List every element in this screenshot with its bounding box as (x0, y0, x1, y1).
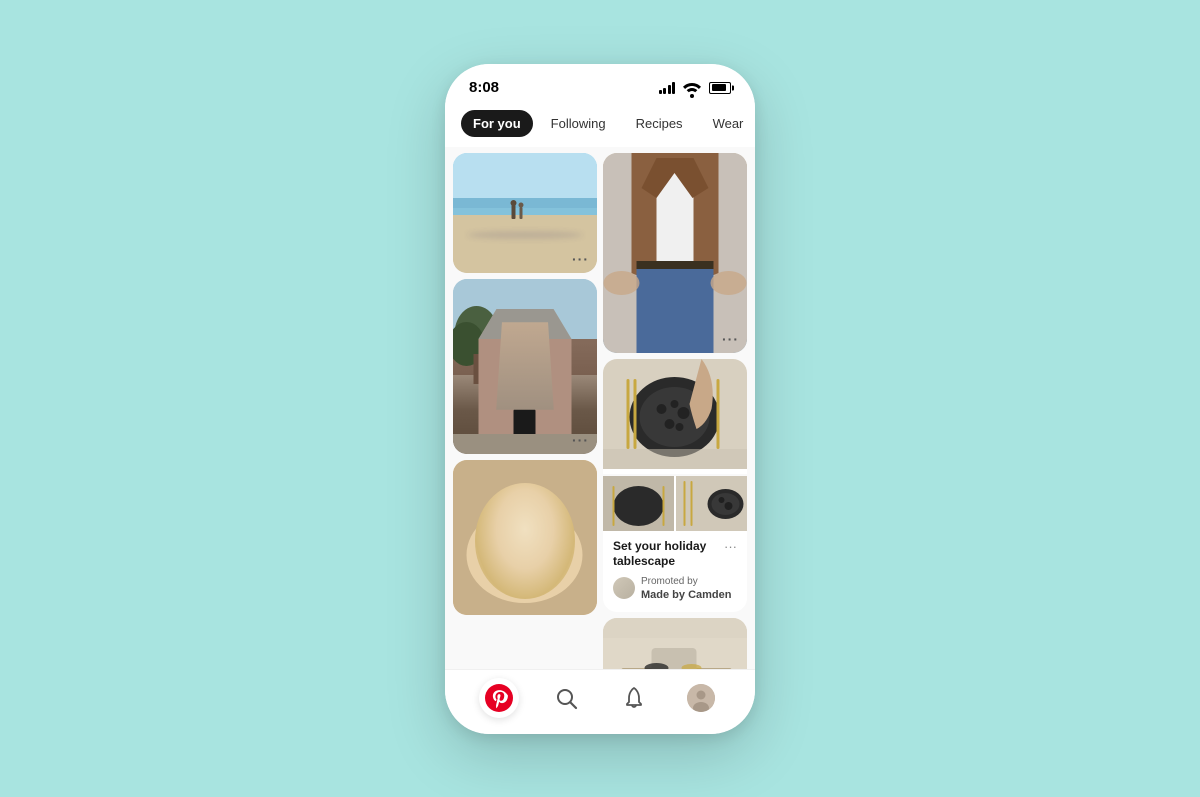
tab-following[interactable]: Following (539, 110, 618, 137)
masonry-grid: ··· (445, 147, 755, 669)
pin-room[interactable] (603, 618, 747, 669)
nav-home-btn[interactable] (479, 678, 519, 718)
tablescape-img-3 (676, 476, 747, 531)
pin-pie[interactable] (453, 460, 597, 615)
tab-for-you[interactable]: For you (461, 110, 533, 137)
promoted-avatar (613, 577, 635, 599)
tablescape-title: Set your holiday tablescape (613, 539, 718, 570)
search-icon (554, 686, 578, 710)
status-time: 8:08 (469, 79, 499, 96)
tablescape-main-image (603, 359, 747, 474)
tab-wear[interactable]: Wear (701, 110, 755, 137)
left-column: ··· (453, 153, 597, 669)
pinterest-icon (485, 684, 513, 712)
promoted-brand: Made by Camden (641, 588, 731, 602)
pie-image (453, 460, 597, 615)
pin-beach[interactable]: ··· (453, 153, 597, 273)
promoted-text: Promoted by Made by Camden (641, 575, 731, 602)
tab-recipes[interactable]: Recipes (624, 110, 695, 137)
pin-tablescape[interactable]: Set your holiday tablescape ··· Promoted… (603, 359, 747, 612)
tablescape-more-btn[interactable]: ··· (724, 539, 737, 554)
pin-promoted-info: Promoted by Made by Camden (613, 575, 737, 602)
bell-icon (622, 686, 646, 710)
tablescape-img-2 (603, 476, 674, 531)
tablescape-info: Set your holiday tablescape ··· Promoted… (603, 531, 747, 612)
pin-architecture[interactable]: ··· (453, 279, 597, 454)
bottom-nav (445, 669, 755, 734)
nav-profile-btn[interactable] (681, 678, 721, 718)
wifi-icon (680, 76, 704, 100)
status-bar: 8:08 (445, 64, 755, 106)
fashion-more-btn[interactable]: ··· (722, 331, 739, 347)
nav-search-btn[interactable] (546, 678, 586, 718)
fashion-image (603, 153, 747, 353)
profile-avatar (687, 684, 715, 712)
room-image (603, 618, 747, 669)
avatar-image (687, 684, 715, 712)
architecture-more-btn[interactable]: ··· (572, 432, 589, 448)
pin-fashion[interactable]: ··· (603, 153, 747, 353)
promoted-label: Promoted by (641, 575, 731, 588)
status-icons (659, 76, 732, 100)
tablescape-bottom-row (603, 476, 747, 531)
beach-more-btn[interactable]: ··· (572, 251, 589, 267)
signal-icon (659, 82, 676, 94)
phone-frame: 8:08 For you Following Recipes Wear (445, 64, 755, 734)
right-column: ··· (603, 153, 747, 669)
tab-nav: For you Following Recipes Wear (445, 106, 755, 147)
battery-icon (709, 82, 731, 94)
nav-notifications-btn[interactable] (614, 678, 654, 718)
content-area[interactable]: ··· (445, 147, 755, 669)
architecture-image (453, 279, 597, 454)
